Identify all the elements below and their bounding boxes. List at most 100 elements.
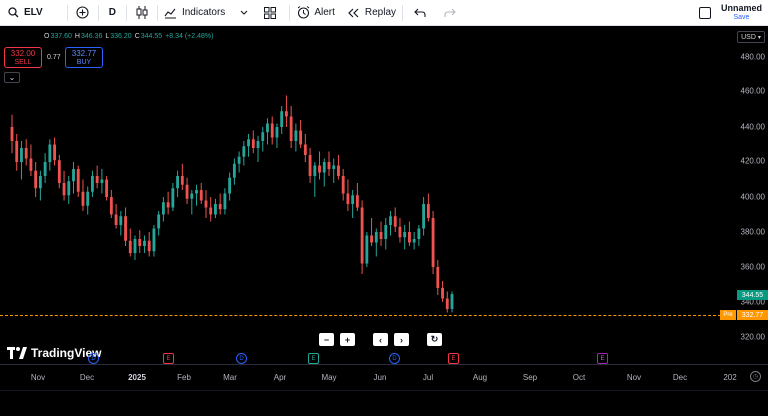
currency-selector[interactable]: USD ▾	[737, 31, 765, 43]
candle-body	[195, 190, 198, 194]
event-marker[interactable]: E	[597, 353, 608, 364]
toolbar-right: Unnamed Save	[698, 0, 768, 26]
interval-button[interactable]: D	[99, 0, 126, 26]
candle-body	[436, 267, 440, 288]
clock-icon[interactable]: ◷	[750, 371, 761, 382]
candle-body	[171, 188, 175, 208]
undo-button[interactable]	[403, 0, 437, 26]
event-marker[interactable]: E	[308, 353, 319, 364]
candle-body	[303, 144, 307, 155]
event-marker[interactable]: D	[389, 353, 400, 364]
candle-body	[412, 239, 416, 243]
candle-body	[34, 170, 38, 189]
candle-body	[299, 130, 303, 145]
top-toolbar: ELV D Indicators Alert Replay Unnamed Sa…	[0, 0, 768, 26]
candle-body	[209, 207, 213, 215]
scroll-left-button[interactable]: ‹	[373, 333, 388, 346]
candle-body	[214, 204, 217, 215]
candle-body	[166, 202, 170, 208]
spread-value: 0.77	[47, 54, 61, 61]
open-value: 337.60	[50, 33, 72, 40]
time-label: Nov	[626, 373, 642, 382]
candle-body	[232, 163, 236, 178]
candle-body	[261, 132, 265, 141]
candle-body	[284, 111, 288, 117]
price-tick: 480.00	[740, 52, 765, 62]
candle-body	[417, 228, 421, 239]
reset-chart-button[interactable]: ↻	[427, 333, 442, 346]
candle-body	[256, 141, 260, 148]
symbol-search-button[interactable]: ELV	[0, 0, 49, 26]
candle-body	[251, 139, 255, 148]
candle-body	[370, 235, 373, 243]
chart-navigation: − + ‹ › ↻	[319, 333, 442, 346]
redo-button[interactable]	[437, 0, 463, 26]
indicators-label: Indicators	[181, 7, 226, 18]
replay-button[interactable]: Replay	[341, 0, 402, 26]
candle-body	[247, 139, 250, 147]
candle-body	[266, 123, 269, 133]
event-marker[interactable]: D	[88, 353, 99, 364]
currency-label: USD	[741, 33, 756, 41]
candle-body	[15, 141, 19, 162]
candle-body	[360, 207, 364, 264]
candle-body	[124, 216, 127, 241]
event-marker[interactable]: D	[236, 353, 247, 364]
alert-button[interactable]: Alert	[290, 0, 341, 26]
ohlc-legend: O 337.60 H 346.36 L 336.20 C 344.55 +8.34 (+…	[44, 33, 215, 40]
chevron-down-icon[interactable]	[237, 6, 251, 20]
candle-body	[445, 298, 449, 309]
candle-body	[398, 226, 402, 238]
collapse-legend-button[interactable]: ⌄	[4, 72, 20, 83]
search-icon	[6, 6, 20, 20]
candle-body	[408, 232, 411, 243]
premarket-price-label: 332.77	[737, 310, 768, 320]
candle-body	[294, 130, 298, 141]
sell-button[interactable]: 332.00 SELL	[4, 47, 42, 68]
candle-body	[53, 144, 56, 161]
layouts-button[interactable]	[257, 0, 283, 26]
last-price-label: 344.55	[737, 290, 768, 300]
buy-button[interactable]: 332.77 BUY	[65, 47, 103, 68]
zoom-out-button[interactable]: −	[319, 333, 334, 346]
zoom-in-button[interactable]: +	[340, 333, 355, 346]
candle-body	[426, 204, 430, 218]
indicators-button[interactable]: Indicators	[158, 0, 257, 26]
candle-body	[128, 240, 132, 253]
event-marker[interactable]: E	[163, 353, 174, 364]
candle-body	[133, 239, 137, 253]
candle-body	[161, 202, 165, 215]
time-axis[interactable]: ◷ Nov Dec 2025 Feb Mar Apr May Jun Jul Aug Sep Oct N…	[0, 364, 768, 390]
candle-body	[313, 165, 317, 176]
chevron-left-icon: ‹	[379, 334, 382, 345]
candle-body	[10, 127, 14, 141]
event-marker[interactable]: E	[448, 353, 459, 364]
layout-name-button[interactable]: Unnamed Save	[721, 3, 762, 23]
layout-checkbox[interactable]	[698, 7, 711, 19]
candle-body	[351, 195, 355, 204]
scroll-right-button[interactable]: ›	[394, 333, 409, 346]
candle-body	[393, 216, 397, 227]
compare-symbol-button[interactable]	[68, 0, 98, 26]
candle-body	[62, 183, 66, 196]
plus-icon: +	[344, 334, 351, 345]
buy-label: BUY	[76, 59, 92, 66]
buy-price: 332.77	[71, 49, 97, 58]
time-label: Oct	[572, 373, 586, 382]
candle-body	[374, 232, 378, 243]
sell-price: 332.00	[10, 49, 36, 58]
candle-body	[38, 176, 42, 189]
candle-body	[76, 169, 80, 192]
candle-body	[379, 232, 383, 239]
time-label: May	[321, 373, 337, 382]
chevron-down-icon: ⌄	[8, 73, 16, 82]
candle-body	[20, 148, 23, 162]
candle-body	[270, 123, 274, 138]
chart-type-button[interactable]	[127, 0, 157, 26]
candlestick-chart[interactable]	[0, 27, 736, 364]
candle-body	[346, 193, 350, 204]
candle-body	[147, 240, 151, 252]
price-tick: 420.00	[740, 156, 765, 166]
time-label: Aug	[472, 373, 488, 382]
candle-body	[100, 179, 104, 183]
